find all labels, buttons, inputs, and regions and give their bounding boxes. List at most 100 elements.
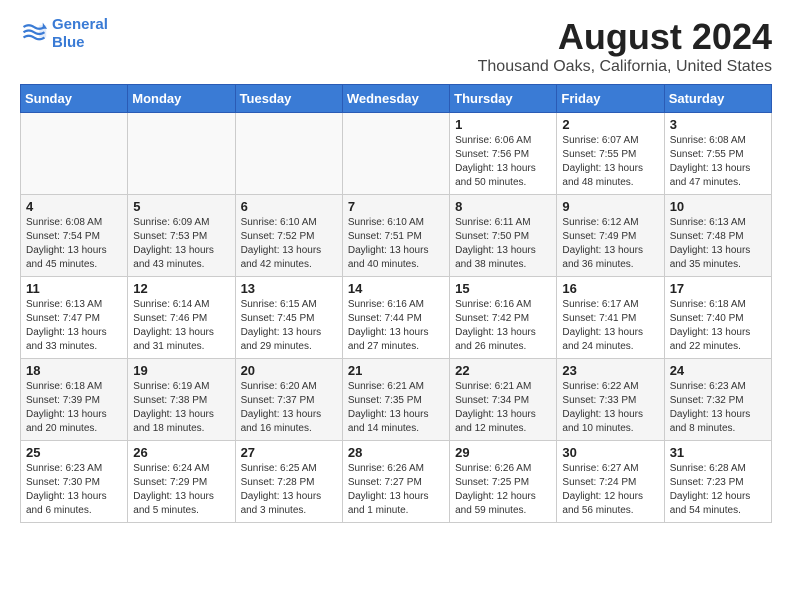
calendar-day-cell: 6Sunrise: 6:10 AM Sunset: 7:52 PM Daylig… <box>235 195 342 277</box>
calendar-day-cell: 10 Sunrise: 6:13 AM Sunset: 7:48 PM Dayli… <box>664 195 771 277</box>
day-number: 20 <box>241 363 337 378</box>
calendar-day-cell: 3Sunrise: 6:08 AM Sunset: 7:55 PM Daylig… <box>664 113 771 195</box>
weekday-header: Wednesday <box>342 85 449 113</box>
calendar-day-cell <box>235 113 342 195</box>
calendar-table: SundayMondayTuesdayWednesdayThursdayFrid… <box>20 84 772 523</box>
day-info: Sunrise: 6:15 AM Sunset: 7:45 PM Dayligh… <box>241 298 337 354</box>
day-number: 18 <box>26 363 122 378</box>
weekday-header: Thursday <box>450 85 557 113</box>
weekday-header: Saturday <box>664 85 771 113</box>
day-info: Sunrise: 6:17 AM Sunset: 7:41 PM Dayligh… <box>562 298 658 354</box>
calendar-day-cell: 29 Sunrise: 6:26 AM Sunset: 7:25 PM Dayli… <box>450 441 557 523</box>
day-number: 13 <box>241 281 337 296</box>
day-number: 27 <box>241 445 337 460</box>
calendar-day-cell: 24 Sunrise: 6:23 AM Sunset: 7:32 PM Dayli… <box>664 359 771 441</box>
day-number: 9 <box>562 199 658 214</box>
calendar-day-cell: 5 Sunrise: 6:09 AM Sunset: 7:53 PM Daylig… <box>128 195 235 277</box>
day-info: Sunrise: 6:23 AM Sunset: 7:30 PM Dayligh… <box>26 462 122 518</box>
day-number: 31 <box>670 445 766 460</box>
calendar-day-cell: 2 Sunrise: 6:07 AM Sunset: 7:55 PM Daylig… <box>557 113 664 195</box>
page-header: General Blue August 2024 Thousand Oaks, … <box>20 16 772 76</box>
day-info: Sunrise: 6:24 AM Sunset: 7:29 PM Dayligh… <box>133 462 229 518</box>
calendar-day-cell: 16 Sunrise: 6:17 AM Sunset: 7:41 PM Dayli… <box>557 277 664 359</box>
day-info: Sunrise: 6:12 AM Sunset: 7:49 PM Dayligh… <box>562 216 658 272</box>
calendar-day-cell: 23Sunrise: 6:22 AM Sunset: 7:33 PM Dayli… <box>557 359 664 441</box>
day-number: 6 <box>241 199 337 214</box>
day-info: Sunrise: 6:08 AM Sunset: 7:55 PM Dayligh… <box>670 134 766 190</box>
day-info: Sunrise: 6:11 AM Sunset: 7:50 PM Dayligh… <box>455 216 551 272</box>
day-number: 4 <box>26 199 122 214</box>
logo-text: General Blue <box>52 16 108 52</box>
day-number: 26 <box>133 445 229 460</box>
weekday-header: Friday <box>557 85 664 113</box>
day-info: Sunrise: 6:16 AM Sunset: 7:44 PM Dayligh… <box>348 298 444 354</box>
calendar-day-cell: 22Sunrise: 6:21 AM Sunset: 7:34 PM Dayli… <box>450 359 557 441</box>
day-info: Sunrise: 6:13 AM Sunset: 7:48 PM Dayligh… <box>670 216 766 272</box>
day-info: Sunrise: 6:14 AM Sunset: 7:46 PM Dayligh… <box>133 298 229 354</box>
main-title: August 2024 <box>478 16 772 58</box>
day-number: 25 <box>26 445 122 460</box>
day-info: Sunrise: 6:16 AM Sunset: 7:42 PM Dayligh… <box>455 298 551 354</box>
subtitle: Thousand Oaks, California, United States <box>478 58 772 76</box>
day-info: Sunrise: 6:18 AM Sunset: 7:39 PM Dayligh… <box>26 380 122 436</box>
day-info: Sunrise: 6:13 AM Sunset: 7:47 PM Dayligh… <box>26 298 122 354</box>
calendar-day-cell: 20 Sunrise: 6:20 AM Sunset: 7:37 PM Dayli… <box>235 359 342 441</box>
weekday-header: Tuesday <box>235 85 342 113</box>
day-number: 23 <box>562 363 658 378</box>
calendar-day-cell: 17Sunrise: 6:18 AM Sunset: 7:40 PM Dayli… <box>664 277 771 359</box>
day-number: 24 <box>670 363 766 378</box>
day-number: 30 <box>562 445 658 460</box>
day-info: Sunrise: 6:25 AM Sunset: 7:28 PM Dayligh… <box>241 462 337 518</box>
calendar-day-cell: 4 Sunrise: 6:08 AM Sunset: 7:54 PM Daylig… <box>21 195 128 277</box>
day-number: 17 <box>670 281 766 296</box>
calendar-day-cell: 8 Sunrise: 6:11 AM Sunset: 7:50 PM Daylig… <box>450 195 557 277</box>
calendar-day-cell: 19Sunrise: 6:19 AM Sunset: 7:38 PM Dayli… <box>128 359 235 441</box>
day-info: Sunrise: 6:21 AM Sunset: 7:35 PM Dayligh… <box>348 380 444 436</box>
calendar-week-row: 25 Sunrise: 6:23 AM Sunset: 7:30 PM Dayli… <box>21 441 772 523</box>
day-number: 2 <box>562 117 658 132</box>
day-number: 29 <box>455 445 551 460</box>
day-number: 16 <box>562 281 658 296</box>
day-number: 5 <box>133 199 229 214</box>
day-info: Sunrise: 6:26 AM Sunset: 7:25 PM Dayligh… <box>455 462 551 518</box>
calendar-day-cell: 25 Sunrise: 6:23 AM Sunset: 7:30 PM Dayli… <box>21 441 128 523</box>
day-number: 10 <box>670 199 766 214</box>
day-number: 7 <box>348 199 444 214</box>
day-info: Sunrise: 6:20 AM Sunset: 7:37 PM Dayligh… <box>241 380 337 436</box>
day-number: 12 <box>133 281 229 296</box>
day-number: 19 <box>133 363 229 378</box>
calendar-day-cell: 28 Sunrise: 6:26 AM Sunset: 7:27 PM Dayli… <box>342 441 449 523</box>
calendar-day-cell <box>342 113 449 195</box>
day-info: Sunrise: 6:27 AM Sunset: 7:24 PM Dayligh… <box>562 462 658 518</box>
day-number: 1 <box>455 117 551 132</box>
day-info: Sunrise: 6:09 AM Sunset: 7:53 PM Dayligh… <box>133 216 229 272</box>
calendar-day-cell <box>21 113 128 195</box>
calendar-week-row: 4 Sunrise: 6:08 AM Sunset: 7:54 PM Daylig… <box>21 195 772 277</box>
logo-line2: Blue <box>52 34 85 51</box>
day-info: Sunrise: 6:10 AM Sunset: 7:51 PM Dayligh… <box>348 216 444 272</box>
day-number: 11 <box>26 281 122 296</box>
calendar-day-cell <box>128 113 235 195</box>
day-number: 15 <box>455 281 551 296</box>
calendar-day-cell: 7 Sunrise: 6:10 AM Sunset: 7:51 PM Daylig… <box>342 195 449 277</box>
calendar-week-row: 11 Sunrise: 6:13 AM Sunset: 7:47 PM Dayli… <box>21 277 772 359</box>
day-info: Sunrise: 6:26 AM Sunset: 7:27 PM Dayligh… <box>348 462 444 518</box>
day-info: Sunrise: 6:08 AM Sunset: 7:54 PM Dayligh… <box>26 216 122 272</box>
calendar-day-cell: 27 Sunrise: 6:25 AM Sunset: 7:28 PM Dayli… <box>235 441 342 523</box>
calendar-week-row: 18 Sunrise: 6:18 AM Sunset: 7:39 PM Dayli… <box>21 359 772 441</box>
weekday-header: Monday <box>128 85 235 113</box>
calendar-day-cell: 30 Sunrise: 6:27 AM Sunset: 7:24 PM Dayli… <box>557 441 664 523</box>
calendar-week-row: 1Sunrise: 6:06 AM Sunset: 7:56 PM Daylig… <box>21 113 772 195</box>
day-info: Sunrise: 6:28 AM Sunset: 7:23 PM Dayligh… <box>670 462 766 518</box>
calendar-day-cell: 18 Sunrise: 6:18 AM Sunset: 7:39 PM Dayli… <box>21 359 128 441</box>
day-number: 28 <box>348 445 444 460</box>
logo-icon <box>20 20 48 48</box>
day-number: 14 <box>348 281 444 296</box>
day-number: 8 <box>455 199 551 214</box>
calendar-day-cell: 9 Sunrise: 6:12 AM Sunset: 7:49 PM Daylig… <box>557 195 664 277</box>
day-info: Sunrise: 6:07 AM Sunset: 7:55 PM Dayligh… <box>562 134 658 190</box>
day-info: Sunrise: 6:23 AM Sunset: 7:32 PM Dayligh… <box>670 380 766 436</box>
calendar-day-cell: 12 Sunrise: 6:14 AM Sunset: 7:46 PM Dayli… <box>128 277 235 359</box>
weekday-header: Sunday <box>21 85 128 113</box>
day-number: 21 <box>348 363 444 378</box>
